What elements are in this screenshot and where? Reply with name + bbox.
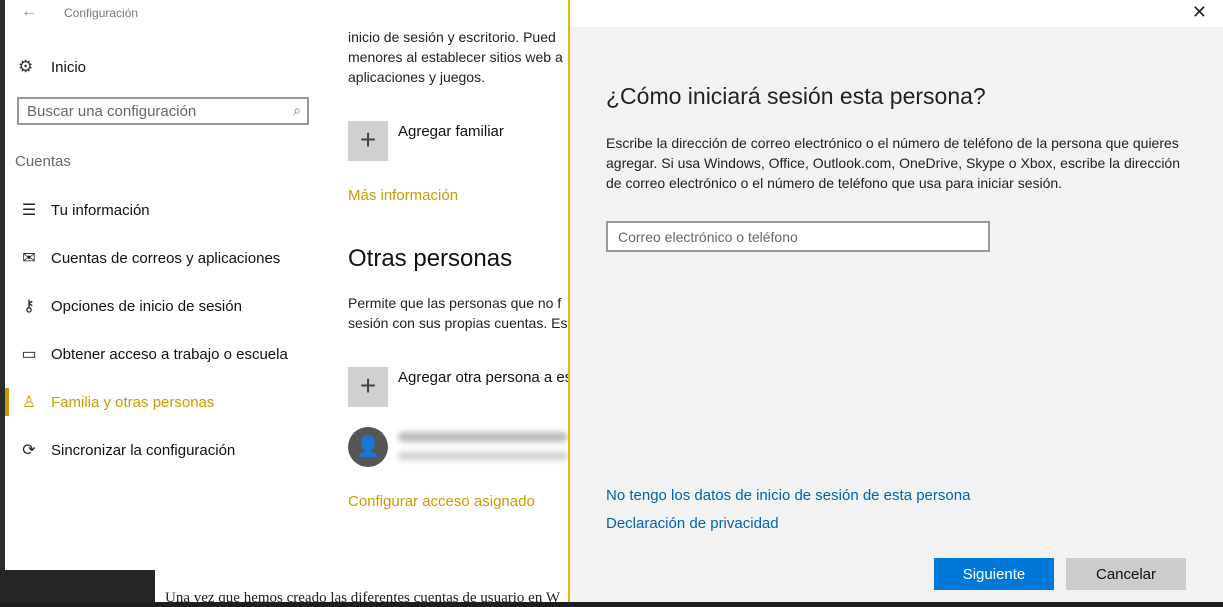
sidebar-item-label: Opciones de inicio de sesión [51,297,242,315]
sidebar-item-cuentas-correo[interactable]: ✉ Cuentas de correos y aplicaciones [5,238,335,278]
sidebar-item-familia[interactable]: ♙ Familia y otras personas [5,382,335,422]
home-nav-item[interactable]: ⚙ Inicio [18,55,86,79]
sidebar-item-label: Obtener acceso a trabajo o escuela [51,345,288,363]
add-other-person-label: Agregar otra persona a es [398,369,570,386]
home-label: Inicio [51,58,87,76]
other-people-title: Otras personas [348,245,513,272]
more-info-link[interactable]: Más información [348,187,458,204]
section-heading: Cuentas [15,153,71,170]
dialog-description: Escribe la dirección de correo electróni… [606,135,1180,191]
search-icon[interactable]: ⌕ [293,102,301,119]
add-person-dialog: ✕ ¿Cómo iniciará sesión esta persona? Es… [568,0,1223,602]
family-description-line: inicio de sesión y escritorio. Pued [348,29,556,45]
family-description-line: aplicaciones y juegos. [348,69,485,85]
main-content: inicio de sesión y escritorio. Pued meno… [348,0,570,570]
assigned-access-link[interactable]: Configurar acceso asignado [348,493,535,510]
family-description-line: menores al establecer sitios web a [348,49,563,65]
blurred-email [398,452,568,460]
gear-icon: ⚙ [18,57,34,76]
cancel-button[interactable]: Cancelar [1066,558,1186,590]
other-people-description-line: sesión con sus propias cuentas. Es [348,315,568,331]
person-add-icon: ♙ [21,394,37,411]
sidebar-item-trabajo-escuela[interactable]: ▭ Obtener acceso a trabajo o escuela [5,334,335,374]
background-document: Una vez que hemos creado las diferentes … [155,570,570,606]
other-people-description-line: Permite que las personas que no f [348,295,562,311]
sidebar-item-label: Tu información [51,201,150,219]
briefcase-icon: ▭ [21,346,37,363]
sidebar-item-sincronizar[interactable]: ⟳ Sincronizar la configuración [5,430,335,470]
search-input[interactable] [19,99,285,123]
settings-window: ← Configuración ⚙ Inicio ⌕ Cuentas ☰ Tu … [5,0,570,570]
privacy-statement-link[interactable]: Declaración de privacidad [606,515,779,532]
app-title: Configuración [64,6,139,20]
email-phone-input[interactable] [608,223,988,250]
blurred-username [398,432,568,442]
next-button[interactable]: Siguiente [934,558,1054,590]
add-family-label: Agregar familiar [398,123,504,140]
plus-icon: + [348,121,388,161]
close-icon[interactable]: ✕ [1192,2,1207,23]
back-arrow-icon[interactable]: ← [21,3,37,21]
sidebar-item-label: Cuentas de correos y aplicaciones [51,249,281,267]
sidebar-item-tu-informacion[interactable]: ☰ Tu información [5,190,335,230]
background-document-text: Una vez que hemos creado las diferentes … [165,590,560,606]
user-account-row[interactable]: 👤 [348,427,570,469]
dialog-heading: ¿Cómo iniciará sesión esta persona? [606,83,986,109]
mail-icon: ✉ [22,250,36,267]
dialog-titlebar: ✕ [570,0,1223,27]
avatar: 👤 [348,427,388,467]
plus-icon: + [348,367,388,407]
email-phone-field[interactable] [606,221,990,252]
key-icon: ⚷ [23,298,35,315]
settings-search[interactable]: ⌕ [17,97,309,125]
no-signin-info-link[interactable]: No tengo los datos de inicio de sesión d… [606,487,970,504]
sidebar-item-label: Familia y otras personas [51,393,215,411]
sync-icon: ⟳ [22,442,36,459]
sidebar-item-opciones-inicio[interactable]: ⚷ Opciones de inicio de sesión [5,286,335,326]
sidebar-item-label: Sincronizar la configuración [51,441,236,459]
person-card-icon: ☰ [21,202,37,219]
